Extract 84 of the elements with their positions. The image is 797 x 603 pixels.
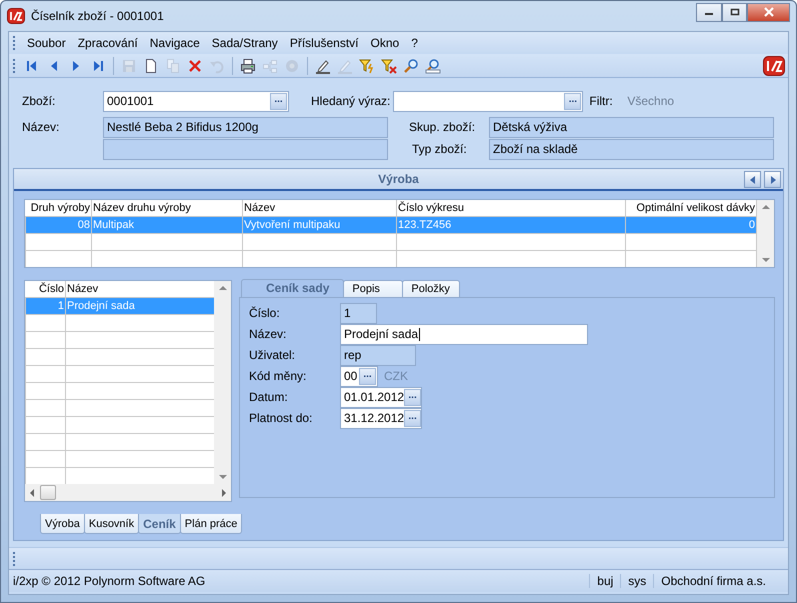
- field-label: Uživatel:: [249, 348, 296, 363]
- table-cell: Prodejní sada: [66, 298, 214, 314]
- field-label: Zboží:: [22, 94, 56, 109]
- field-label: Číslo:: [249, 306, 281, 321]
- browse-button[interactable]: ...: [359, 368, 376, 385]
- filter-value: Všechno: [627, 94, 674, 109]
- readonly-field: 1: [340, 303, 377, 324]
- scroll-up-icon[interactable]: [218, 285, 226, 290]
- tab[interactable]: Kusovník: [84, 514, 140, 534]
- close-button[interactable]: [747, 2, 790, 22]
- menu-item[interactable]: Okno: [364, 34, 406, 52]
- browse-button[interactable]: ...: [404, 410, 422, 427]
- app-logo-icon: [763, 56, 785, 76]
- column-header[interactable]: Název druhu výroby: [92, 200, 242, 216]
- field-label: Filtr:: [589, 94, 614, 109]
- status-text: buj: [589, 574, 620, 588]
- status-text: Obchodní firma a.s.: [653, 574, 788, 588]
- field-label: Typ zboží:: [412, 142, 468, 157]
- status-text: i/2xp © 2012 Polynorm Software AG: [12, 574, 206, 588]
- tab[interactable]: Plán práce: [180, 514, 242, 534]
- browse-button[interactable]: ...: [270, 93, 287, 110]
- group-field[interactable]: Dětská výživa: [489, 117, 774, 138]
- tab[interactable]: Výroba: [40, 514, 85, 534]
- column-header[interactable]: Druh výroby: [26, 200, 92, 216]
- window-title: Číselník zboží - 0001001: [31, 8, 164, 24]
- field-label: Název:: [249, 327, 288, 342]
- table-cell: 0: [626, 216, 756, 234]
- field-label: Datum:: [249, 390, 289, 405]
- name-extra-field[interactable]: [103, 139, 388, 160]
- text-field[interactable]: Prodejní sada: [340, 324, 588, 345]
- column-header[interactable]: Název: [242, 200, 396, 216]
- menu-item[interactable]: Příslušenství: [284, 34, 365, 52]
- panel-title: Výroba: [378, 172, 419, 186]
- close-icon: [762, 7, 774, 17]
- table-cell: 08: [26, 216, 92, 234]
- scrollbar[interactable]: [757, 200, 774, 267]
- field-label: Skup. zboží:: [409, 120, 476, 135]
- next-button[interactable]: [764, 171, 781, 188]
- scroll-left-icon[interactable]: [29, 488, 34, 496]
- column-header[interactable]: Číslo výkresu: [396, 200, 626, 216]
- currency-label: CZK: [384, 369, 408, 384]
- status-text: sys: [620, 574, 654, 588]
- menu-item[interactable]: Zpracování: [72, 34, 144, 52]
- field-label: Název:: [22, 120, 60, 135]
- column-header[interactable]: Číslo: [26, 282, 66, 298]
- table-cell: 123.TZ456: [396, 216, 626, 234]
- goods-field[interactable]: 0001001 ...: [103, 91, 289, 112]
- field-label: Hledaný výraz:: [311, 94, 390, 109]
- readonly-field: rep: [340, 345, 416, 366]
- search-field[interactable]: ...: [393, 91, 584, 112]
- app-logo-icon: [7, 8, 25, 24]
- browse-button[interactable]: ...: [564, 93, 582, 110]
- table-cell: Multipak: [92, 216, 242, 234]
- table-cell: Vytvoření multipaku: [242, 216, 396, 234]
- table-cell: 1: [26, 298, 66, 314]
- menu-item[interactable]: ?: [405, 34, 424, 52]
- scroll-right-icon[interactable]: [222, 488, 227, 496]
- maximize-icon: [730, 8, 740, 16]
- scroll-thumb[interactable]: [40, 485, 56, 500]
- type-field[interactable]: Zboží na skladě: [489, 139, 774, 160]
- field-label: Platnost do:: [249, 411, 314, 426]
- previous-button[interactable]: [744, 171, 761, 188]
- tab[interactable]: Ceník: [138, 514, 181, 534]
- code-field[interactable]: 00 ...: [340, 366, 378, 387]
- name-field[interactable]: Nestlé Beba 2 Bifidus 1200g: [103, 117, 388, 138]
- date-field[interactable]: 01.01.2012 ...: [340, 387, 422, 408]
- tab[interactable]: Popis: [343, 280, 404, 297]
- arrow-left-icon: [748, 174, 758, 184]
- menu-item[interactable]: Sada/Strany: [206, 34, 284, 52]
- tab[interactable]: Položky: [402, 280, 460, 297]
- menu-item[interactable]: Navigace: [144, 34, 206, 52]
- date-field[interactable]: 31.12.2012 ...: [340, 408, 422, 429]
- column-header[interactable]: Název: [66, 282, 214, 298]
- scrollbar[interactable]: [25, 484, 231, 501]
- field-label: Kód měny:: [249, 369, 308, 384]
- column-header[interactable]: Optimální velikost dávky: [626, 200, 756, 216]
- maximize-button[interactable]: [722, 2, 747, 22]
- scrollbar[interactable]: [214, 281, 231, 484]
- scroll-down-icon[interactable]: [218, 475, 226, 480]
- minimize-button[interactable]: [696, 2, 722, 22]
- menu-item[interactable]: Soubor: [21, 34, 72, 52]
- browse-button[interactable]: ...: [404, 389, 422, 406]
- scroll-up-icon[interactable]: [762, 204, 770, 209]
- scroll-down-icon[interactable]: [762, 258, 770, 263]
